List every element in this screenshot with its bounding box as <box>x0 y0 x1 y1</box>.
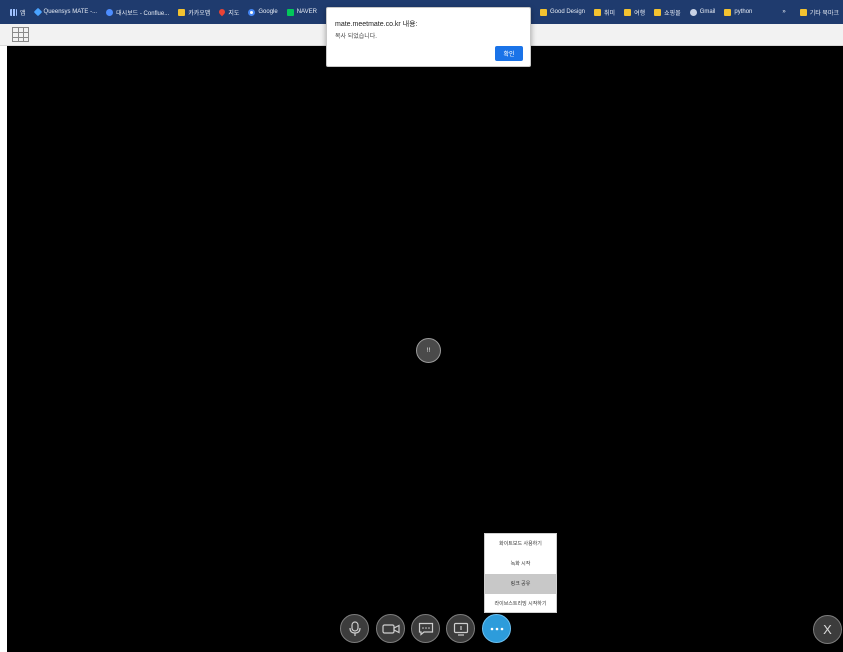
google-icon <box>248 8 256 16</box>
map-pin-icon <box>218 7 227 17</box>
folder-icon <box>540 8 547 16</box>
bookmark-label: 카카오맵 <box>188 10 211 17</box>
menu-item-share-link[interactable]: 링크 공유 <box>485 574 556 594</box>
video-camera-icon <box>381 623 400 634</box>
chat-button[interactable] <box>411 614 440 643</box>
bookmark-google[interactable]: Google <box>248 8 278 16</box>
confluence-icon <box>106 8 114 16</box>
bookmark-python[interactable]: python <box>724 8 753 16</box>
folder-icon <box>624 8 632 16</box>
bookmark-label: 기타 북마크 <box>809 10 839 17</box>
bookmarks-right-group: Good Design 취미 여행 쇼핑몰 Gmail python <box>540 0 761 24</box>
folder-icon <box>654 8 662 16</box>
bookmark-label: Gmail <box>699 9 716 15</box>
diamond-icon <box>33 7 42 17</box>
menu-item-start-recording[interactable]: 녹화 시작 <box>485 554 556 574</box>
camera-button[interactable] <box>376 614 405 643</box>
bookmark-label: 앱 <box>20 10 26 17</box>
mic-button[interactable] <box>340 614 369 643</box>
participant-indicator-label: !! <box>426 347 431 354</box>
alert-dialog: mate.meetmate.co.kr 내용: 복사 되었습니다. 확인 <box>326 7 531 67</box>
leave-button[interactable]: X <box>813 615 842 644</box>
bookmark-label: NAVER <box>296 9 317 15</box>
more-dots-icon <box>490 627 503 630</box>
bookmark-label: 대시보드 - Conflue... <box>116 10 170 17</box>
more-options-menu: 화이트보드 사용하기 녹화 시작 링크 공유 라이브스트리밍 시작하기 <box>484 533 557 613</box>
screen-share-icon <box>453 622 468 636</box>
bookmarks-overflow-button[interactable]: » <box>782 9 785 15</box>
bookmark-queensys[interactable]: Queensys MATE -... <box>33 7 98 17</box>
apps-icon <box>10 8 17 16</box>
bookmark-label: 쇼핑몰 <box>664 10 681 17</box>
folder-icon <box>724 8 732 16</box>
bookmark-label: 여행 <box>634 10 646 17</box>
chat-icon <box>418 622 433 636</box>
bookmark-shopping[interactable]: 쇼핑몰 <box>654 8 681 17</box>
more-button[interactable] <box>482 614 511 643</box>
alert-title: mate.meetmate.co.kr 내용: <box>335 21 418 28</box>
screen-share-button[interactable] <box>446 614 475 643</box>
participant-indicator[interactable]: !! <box>416 338 441 363</box>
alert-ok-button[interactable]: 확인 <box>495 46 523 61</box>
browser-window: 앱 Queensys MATE -... 대시보드 - Conflue... 카… <box>0 0 843 652</box>
bookmark-label: Queensys MATE -... <box>43 9 98 15</box>
bookmark-apps[interactable]: 앱 <box>10 8 26 17</box>
bookmark-label: Good Design <box>550 9 586 15</box>
bookmark-travel[interactable]: 여행 <box>624 8 645 17</box>
alert-message: 복사 되었습니다. <box>335 34 377 40</box>
menu-item-start-livestream[interactable]: 라이브스트리밍 시작하기 <box>485 594 556 614</box>
bookmark-good-design[interactable]: Good Design <box>540 8 586 16</box>
bookmark-map[interactable]: 지도 <box>218 7 240 17</box>
bookmark-hobby[interactable]: 취미 <box>594 8 615 17</box>
kakaomap-icon <box>178 8 186 16</box>
bookmark-naver[interactable]: NAVER <box>286 8 317 16</box>
bookmark-label: python <box>734 9 753 15</box>
bookmark-label: 지도 <box>228 10 240 17</box>
bookmark-gmail[interactable]: Gmail <box>689 8 716 16</box>
microphone-icon <box>348 620 361 636</box>
globe-icon <box>689 8 697 16</box>
naver-icon <box>286 8 294 16</box>
grid-layout-icon[interactable] <box>12 27 29 42</box>
folder-icon <box>799 8 807 16</box>
folder-icon <box>594 8 602 16</box>
bookmark-label: Google <box>258 9 278 15</box>
menu-item-whiteboard[interactable]: 화이트보드 사용하기 <box>485 534 556 554</box>
bookmarks-overflow-group: » 기타 북마크 <box>782 0 839 24</box>
bookmark-kakaomap[interactable]: 카카오맵 <box>178 8 210 17</box>
bookmark-label: 취미 <box>604 10 616 17</box>
bookmark-other[interactable]: 기타 북마크 <box>799 8 839 17</box>
bookmark-confluence[interactable]: 대시보드 - Conflue... <box>106 8 169 17</box>
